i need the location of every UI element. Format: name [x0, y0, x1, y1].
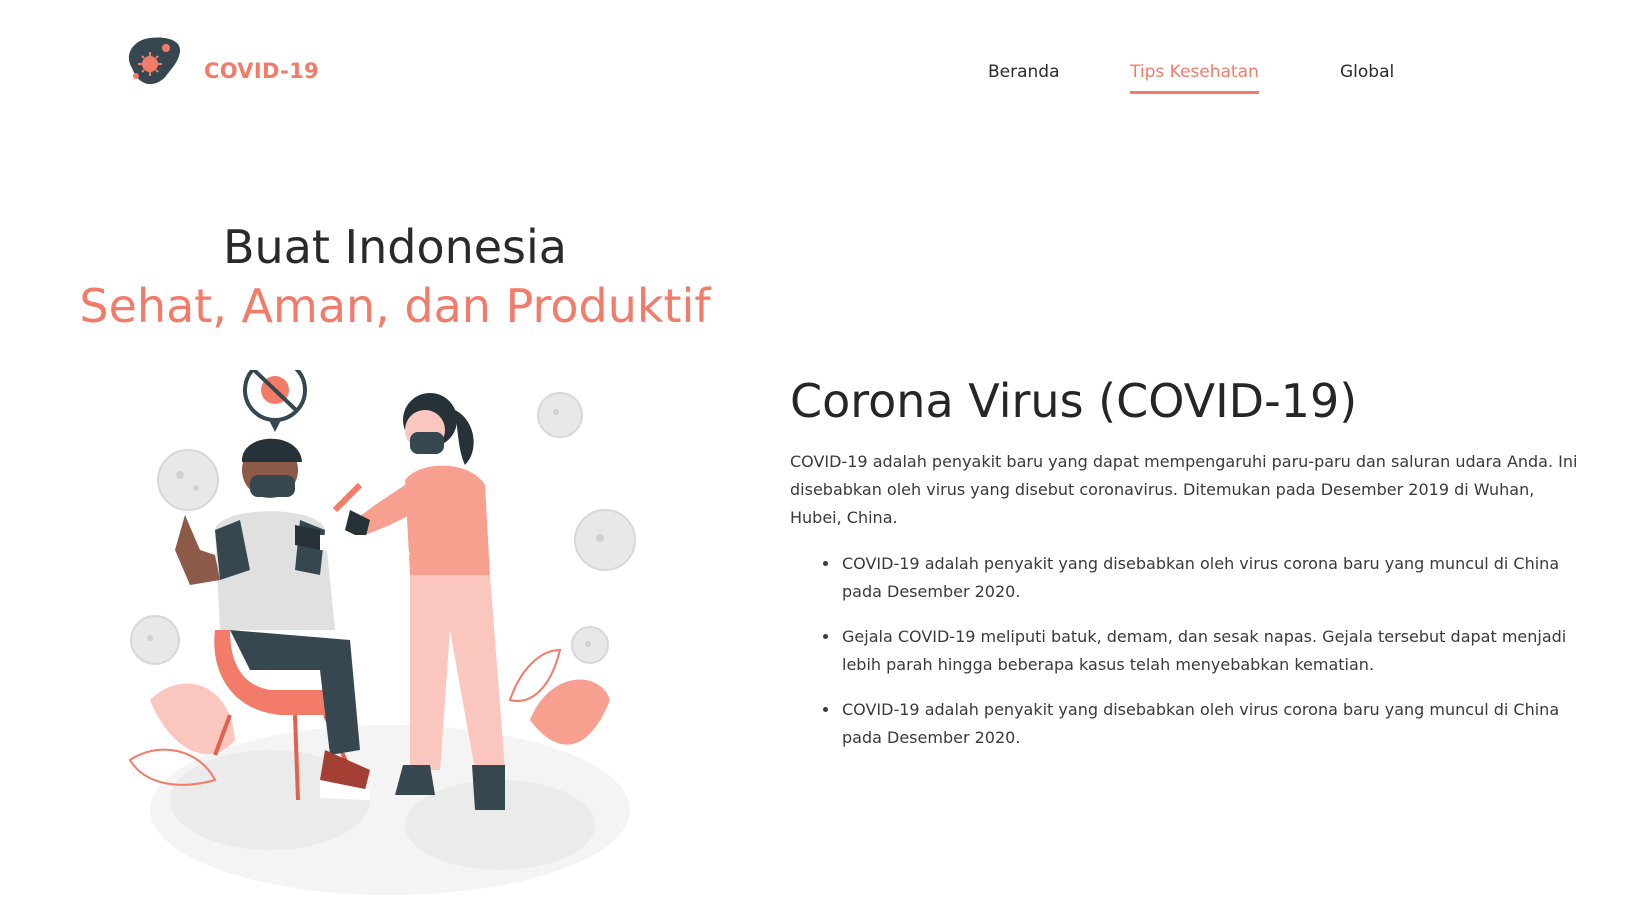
list-item: COVID-19 adalah penyakit yang disebabkan…	[840, 550, 1580, 606]
section-title: Corona Virus (COVID-19)	[790, 374, 1358, 428]
hero-title: Buat Indonesia Sehat, Aman, dan Produkti…	[60, 218, 730, 336]
intro-paragraph: COVID-19 adalah penyakit baru yang dapat…	[790, 452, 1578, 527]
vaccination-illustration	[120, 358, 640, 904]
nav-beranda[interactable]: Beranda	[988, 62, 1060, 91]
hero-line-2: Sehat, Aman, dan Produktif	[79, 279, 711, 333]
page: COVID-19 Beranda Tips Kesehatan Global B…	[0, 0, 1651, 912]
nav-global[interactable]: Global	[1340, 62, 1394, 91]
covid-info-section: Corona Virus (COVID-19) COVID-19 adalah …	[790, 372, 1580, 769]
hero-line-1: Buat Indonesia	[222, 220, 567, 274]
nav-tips-kesehatan[interactable]: Tips Kesehatan	[1130, 62, 1259, 94]
list-item: Gejala COVID-19 meliputi batuk, demam, d…	[840, 623, 1580, 679]
main-nav: Beranda Tips Kesehatan Global	[0, 62, 1651, 112]
facts-list: COVID-19 adalah penyakit yang disebabkan…	[790, 550, 1580, 752]
list-item: COVID-19 adalah penyakit yang disebabkan…	[840, 696, 1580, 752]
